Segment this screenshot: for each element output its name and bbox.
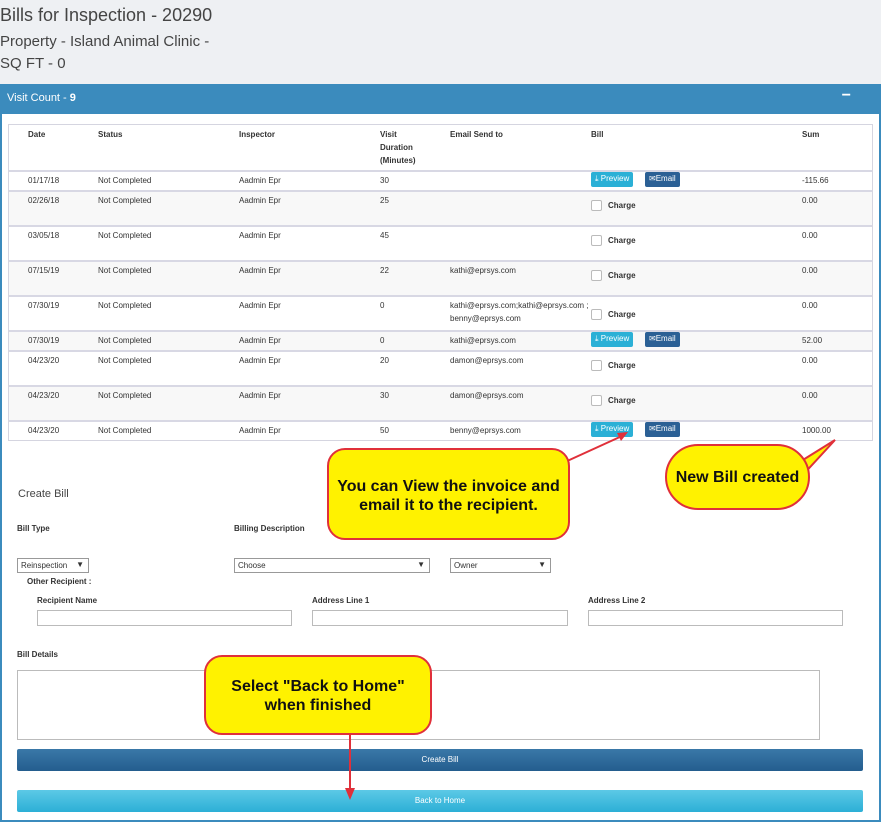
callout-arrows [345, 432, 836, 800]
callout-view-invoice: You can View the invoice and email it to… [327, 448, 570, 540]
callout-new-bill: New Bill created [665, 444, 810, 510]
callout-back-home: Select "Back to Home" when finished [204, 655, 432, 735]
